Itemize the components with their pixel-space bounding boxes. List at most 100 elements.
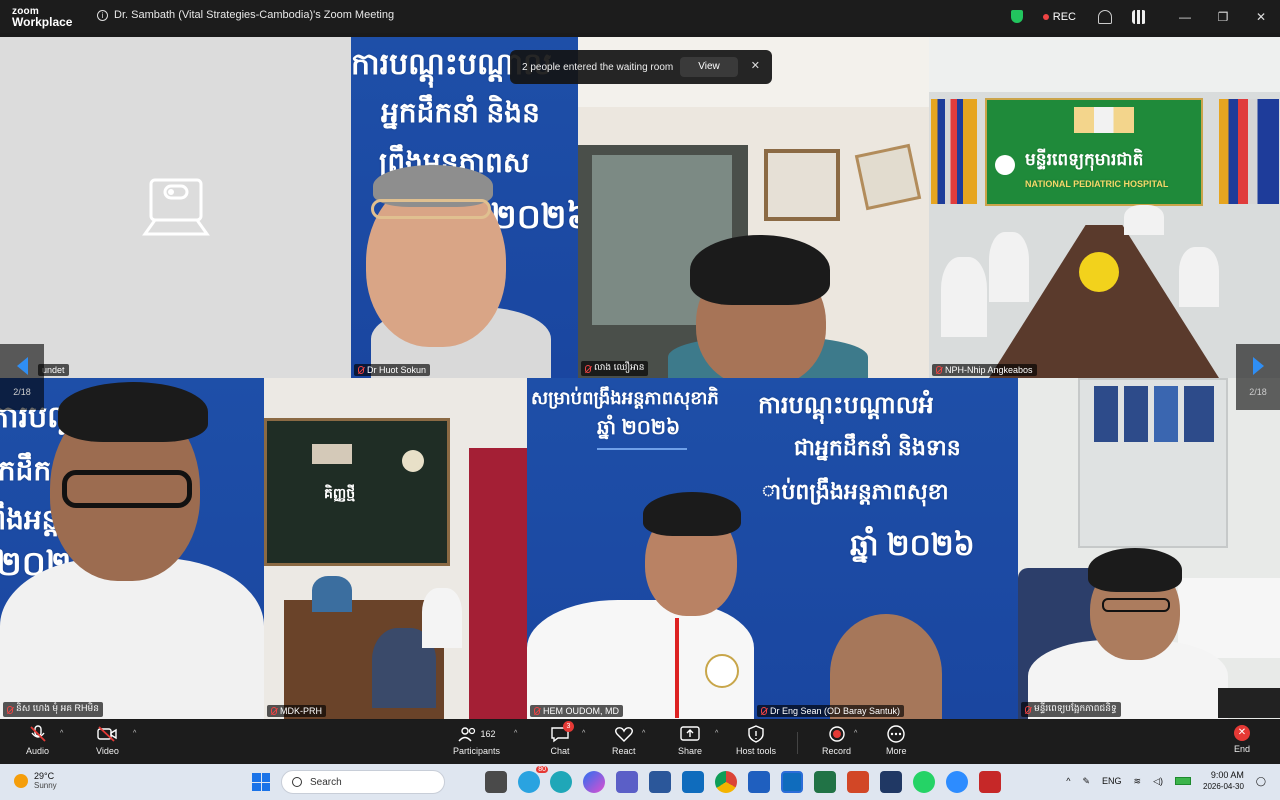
record-dot-icon	[1042, 13, 1049, 20]
mail-app-icon[interactable]	[781, 771, 803, 793]
edge-icon[interactable]	[550, 771, 572, 793]
participant-name: Dr Huot Sokun	[354, 364, 431, 376]
participants-count: 162	[480, 728, 496, 739]
clock[interactable]: 9:00 AM 2026-04-30	[1203, 769, 1244, 793]
sun-icon	[14, 774, 28, 788]
video-button[interactable]: Video	[96, 725, 119, 756]
participants-button[interactable]: 162 Participants	[453, 725, 500, 756]
share-options-chevron-icon[interactable]: ^	[715, 730, 718, 737]
battery-icon[interactable]	[1175, 777, 1191, 785]
mic-off-icon	[7, 705, 13, 714]
host-tools-button[interactable]: Host tools	[736, 725, 776, 756]
video-gallery: undet ការបណ្តុះបណ្តាល អ្នកដឹកនាំ និងន ព្…	[0, 37, 1280, 719]
calculator-icon[interactable]	[880, 771, 902, 793]
participants-icon	[457, 727, 475, 742]
weather-widget[interactable]: 29°C Sunny	[14, 771, 57, 791]
arrow-right-icon	[1252, 357, 1264, 375]
info-icon[interactable]: i	[97, 9, 108, 21]
video-off-icon	[97, 726, 118, 742]
end-call-icon: ✕	[1234, 725, 1250, 741]
telegram-unread-badge: 80	[536, 766, 548, 773]
react-options-chevron-icon[interactable]: ^	[642, 730, 645, 737]
outlook-icon[interactable]	[682, 771, 704, 793]
share-button[interactable]: Share	[678, 725, 702, 756]
more-icon	[887, 725, 905, 743]
video-tile[interactable]: ការបណ្តុះបណ្តាល អ្នកដឹកនាំ និងន ព្រឹងអន្…	[351, 37, 578, 378]
video-tile[interactable]: ការបណ្តុះបណ្តាលអំ ជាអ្នកដឹកនាំ និងទាន ាប…	[754, 378, 1018, 719]
telegram-icon[interactable]: 80	[518, 766, 548, 793]
chevron-up-icon[interactable]: ^	[1066, 776, 1070, 786]
recording-indicator[interactable]: REC	[1042, 11, 1076, 23]
participant-name: NPH-Nhip Angkeabos	[932, 364, 1037, 376]
powerpoint-icon[interactable]	[847, 771, 869, 793]
chat-unread-badge: 3	[563, 721, 574, 732]
audio-options-chevron-icon[interactable]: ^	[60, 730, 63, 737]
mic-off-icon	[534, 707, 540, 715]
close-icon[interactable]: ✕	[751, 59, 760, 72]
video-options-chevron-icon[interactable]: ^	[133, 730, 136, 737]
mic-muted-icon	[29, 725, 46, 742]
mic-off-icon	[761, 707, 767, 715]
next-page-button[interactable]: 2/18	[1236, 344, 1280, 410]
language-indicator[interactable]: ENG	[1102, 776, 1122, 786]
title-bar: zoom Workplace i Dr. Sambath (Vital Stra…	[0, 0, 1280, 33]
windows-taskbar: 29°C Sunny Search 80 ^ ✎ ENG ≋ ◁) 9:00 A…	[0, 764, 1280, 800]
taskbar-search[interactable]: Search	[281, 770, 445, 794]
store-icon[interactable]	[748, 771, 770, 793]
word-icon[interactable]	[649, 771, 671, 793]
volume-icon[interactable]: ◁)	[1153, 776, 1163, 787]
system-tray: ^ ✎ ENG ≋ ◁) 9:00 AM 2026-04-30 ◯	[1066, 769, 1266, 793]
participant-name: លាង ឈឿអាន	[581, 361, 649, 376]
zoom-taskbar-icon[interactable]	[946, 771, 968, 793]
chat-button[interactable]: 3 Chat	[550, 721, 574, 756]
video-tile[interactable]: មន្ទីរពេទ្យកុមារជាតិ NATIONAL PEDIATRIC …	[929, 37, 1280, 378]
participant-name: និស ហេង មុំ អគ RHមិន	[3, 702, 103, 717]
video-tile[interactable]: មន្ទីរពេទ្យបង្អែកភាពជនិទ្ធ	[1018, 378, 1280, 719]
mic-off-icon	[1025, 705, 1031, 714]
pen-icon[interactable]: ✎	[1082, 776, 1090, 787]
video-tile[interactable]: សម្រាប់ពង្រឹងអន្តភាពសុខាភិ ឆ្នាំ ២០២៦ HE…	[527, 378, 754, 719]
view-waiting-room-button[interactable]: View	[680, 57, 738, 77]
video-tile[interactable]: លាង ឈឿអាន	[578, 37, 929, 378]
shield-icon	[748, 725, 764, 743]
gallery-view-icon[interactable]	[1132, 9, 1146, 24]
whatsapp-icon[interactable]	[913, 771, 935, 793]
excel-icon[interactable]	[814, 771, 836, 793]
notifications-icon[interactable]: ◯	[1256, 776, 1266, 787]
participant-name: MDK-PRH	[267, 705, 326, 717]
participants-options-chevron-icon[interactable]: ^	[514, 730, 517, 737]
more-button[interactable]: More	[886, 725, 907, 756]
video-tile[interactable]: គិញ្ញថ្មី MDK-PRH	[264, 378, 527, 719]
minimize-button[interactable]: —	[1166, 10, 1204, 24]
record-options-chevron-icon[interactable]: ^	[854, 730, 857, 737]
zoom-logo: zoom Workplace	[12, 6, 73, 29]
waiting-room-notification: 2 people entered the waiting room View ✕	[510, 50, 772, 84]
participant-name: Dr Eng Sean (OD Baray Santuk)	[757, 705, 905, 717]
chat-options-chevron-icon[interactable]: ^	[582, 730, 585, 737]
meeting-title: Dr. Sambath (Vital Strategies-Cambodia)'…	[114, 9, 395, 21]
waiting-room-message: 2 people entered the waiting room	[522, 61, 674, 73]
audio-button[interactable]: Audio	[26, 725, 49, 756]
windows-start-icon[interactable]	[252, 773, 270, 791]
close-window-button[interactable]: ✕	[1242, 10, 1280, 24]
record-button[interactable]: Record	[822, 725, 851, 756]
maximize-button[interactable]: ❐	[1204, 10, 1242, 24]
end-meeting-button[interactable]: ✕ End	[1234, 725, 1250, 754]
meeting-info[interactable]: i Dr. Sambath (Vital Strategies-Cambodia…	[97, 9, 394, 21]
react-button[interactable]: React	[612, 725, 636, 756]
wifi-icon[interactable]: ≋	[1134, 776, 1142, 787]
file-manager-icon[interactable]	[485, 771, 507, 793]
previous-page-button[interactable]: 2/18	[0, 344, 44, 410]
video-tile[interactable]: undet	[0, 37, 351, 378]
chrome-icon[interactable]	[715, 771, 737, 793]
participant-name: មន្ទីរពេទ្យបង្អែកភាពជនិទ្ធ	[1021, 702, 1121, 717]
meeting-controls: Audio ^ Video ^ 162 Participants ^ 3 Cha…	[0, 720, 1280, 764]
headset-icon[interactable]	[1098, 9, 1112, 24]
security-shield-icon[interactable]	[1010, 10, 1023, 23]
video-tile[interactable]: ការបណ្តុះបណ្តាល អ្នកដឹកនាំ និងន ព្រឹងអន្…	[0, 378, 264, 719]
share-screen-icon	[680, 726, 700, 741]
copilot-icon[interactable]	[583, 771, 605, 793]
mic-off-icon	[936, 366, 942, 374]
pdf-reader-icon[interactable]	[979, 771, 1001, 793]
teams-icon[interactable]	[616, 771, 638, 793]
